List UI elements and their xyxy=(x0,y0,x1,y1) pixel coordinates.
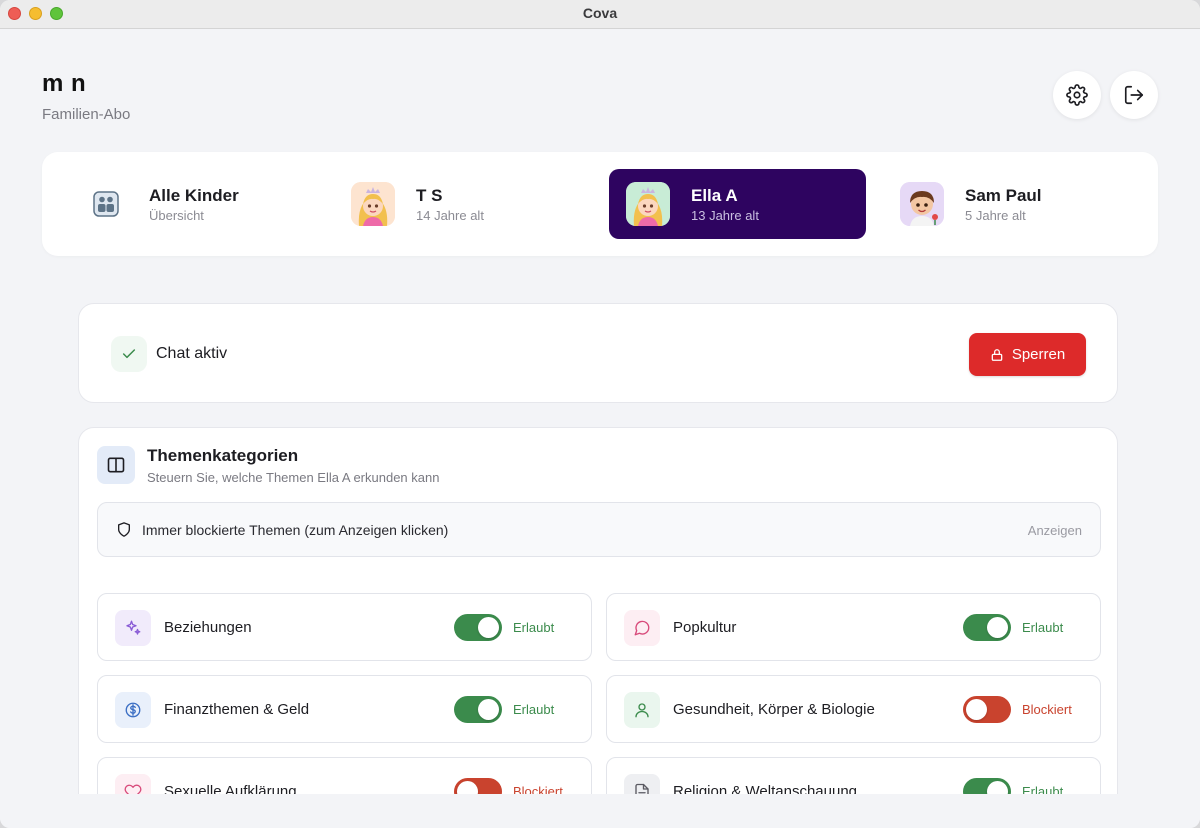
topic-status: Erlaubt xyxy=(513,702,555,717)
toggle-knob xyxy=(457,781,478,794)
family-icon xyxy=(84,182,128,226)
logout-icon xyxy=(1124,85,1144,105)
lock-chat-button[interactable]: Sperren xyxy=(969,333,1086,376)
toggle-knob xyxy=(478,617,499,638)
kid-name: Sam Paul xyxy=(965,186,1042,205)
topic-toggle[interactable] xyxy=(454,614,502,641)
lock-icon xyxy=(991,348,1003,361)
topic-label: Popkultur xyxy=(673,619,737,636)
topic-categories-card: Themenkategorien Steuern Sie, welche The… xyxy=(78,427,1118,794)
logout-button[interactable] xyxy=(1110,71,1158,119)
kid-tab-sam[interactable]: Sam Paul 5 Jahre alt xyxy=(883,169,1140,239)
check-icon xyxy=(111,336,147,372)
toggle-knob xyxy=(478,699,499,720)
topic-card: Religion & Weltanschauung Erlaubt xyxy=(606,757,1101,794)
gear-icon xyxy=(1066,84,1088,106)
toggle-knob xyxy=(966,699,987,720)
document-icon xyxy=(624,774,660,794)
main-content[interactable]: Chat aktiv Sperren Themenkategorien Steu… xyxy=(0,282,1200,794)
chat-status-card: Chat aktiv Sperren xyxy=(78,303,1118,403)
kid-name: T S xyxy=(416,186,443,205)
topic-label: Finanzthemen & Geld xyxy=(164,701,310,718)
toggle-knob xyxy=(987,617,1008,638)
title-bar: Cova xyxy=(0,0,1200,29)
topic-status: Blockiert xyxy=(1022,702,1072,717)
princess-avatar xyxy=(351,182,395,226)
topic-card: Popkultur Erlaubt xyxy=(606,593,1101,661)
heart-icon xyxy=(115,774,151,794)
kid-tab-ella[interactable]: Ella A 13 Jahre alt xyxy=(609,169,866,239)
app-window: Cova m n Familien-Abo Alle Kinder Übersi… xyxy=(0,0,1200,828)
kid-name: Ella A xyxy=(691,186,738,205)
topic-status: Erlaubt xyxy=(1022,620,1064,635)
topic-label: Beziehungen xyxy=(164,619,252,636)
kid-name: Alle Kinder xyxy=(149,186,239,205)
kid-tab-all[interactable]: Alle Kinder Übersicht xyxy=(67,169,324,239)
window-title: Cova xyxy=(582,5,618,21)
kid-subtitle: 13 Jahre alt xyxy=(691,208,759,223)
child-selector: Alle Kinder Übersicht T S 14 Jahre alt E… xyxy=(42,152,1158,256)
topic-toggle[interactable] xyxy=(963,696,1011,723)
topic-label: Sexuelle Aufklärung xyxy=(164,783,297,794)
topic-toggle[interactable] xyxy=(454,696,502,723)
topic-toggle[interactable] xyxy=(963,778,1011,794)
topic-toggle[interactable] xyxy=(963,614,1011,641)
chat-status-label: Chat aktiv xyxy=(156,345,228,362)
always-blocked-topics-row[interactable]: Immer blockierte Themen (zum Anzeigen kl… xyxy=(97,502,1101,557)
settings-button[interactable] xyxy=(1053,71,1101,119)
lock-button-label: Sperren xyxy=(1011,346,1066,363)
toggle-knob xyxy=(987,781,1008,794)
chat-bubble-icon xyxy=(624,610,660,646)
topic-status: Erlaubt xyxy=(513,620,555,635)
princess-avatar xyxy=(626,182,670,226)
topics-subtitle: Steuern Sie, welche Themen Ella A erkund… xyxy=(147,470,440,485)
child-avatar xyxy=(900,182,944,226)
topic-card: Gesundheit, Körper & Biologie Blockiert xyxy=(606,675,1101,743)
person-icon xyxy=(624,692,660,728)
subscription-plan: Familien-Abo xyxy=(42,106,131,123)
show-blocked-link[interactable]: Anzeigen xyxy=(1028,523,1082,538)
topic-status: Erlaubt xyxy=(1022,784,1064,794)
kid-subtitle: Übersicht xyxy=(149,208,204,223)
kid-subtitle: 14 Jahre alt xyxy=(416,208,484,223)
kid-subtitle: 5 Jahre alt xyxy=(965,208,1026,223)
shield-icon xyxy=(118,522,130,537)
topic-label: Religion & Weltanschauung xyxy=(673,783,858,794)
user-name: m n xyxy=(42,70,87,97)
topic-status: Blockiert xyxy=(513,784,563,794)
sparkles-icon xyxy=(115,610,151,646)
topic-card: Sexuelle Aufklärung Blockiert xyxy=(97,757,592,794)
topics-title: Themenkategorien xyxy=(147,446,299,465)
topic-card: Finanzthemen & Geld Erlaubt xyxy=(97,675,592,743)
kid-tab-ts[interactable]: T S 14 Jahre alt xyxy=(334,169,591,239)
topic-card: Beziehungen Erlaubt xyxy=(97,593,592,661)
window-footer xyxy=(0,794,1200,828)
book-icon xyxy=(97,446,135,484)
topic-label: Gesundheit, Körper & Biologie xyxy=(673,701,875,718)
always-blocked-label: Immer blockierte Themen (zum Anzeigen kl… xyxy=(142,522,449,538)
topic-toggle[interactable] xyxy=(454,778,502,794)
dollar-icon xyxy=(115,692,151,728)
